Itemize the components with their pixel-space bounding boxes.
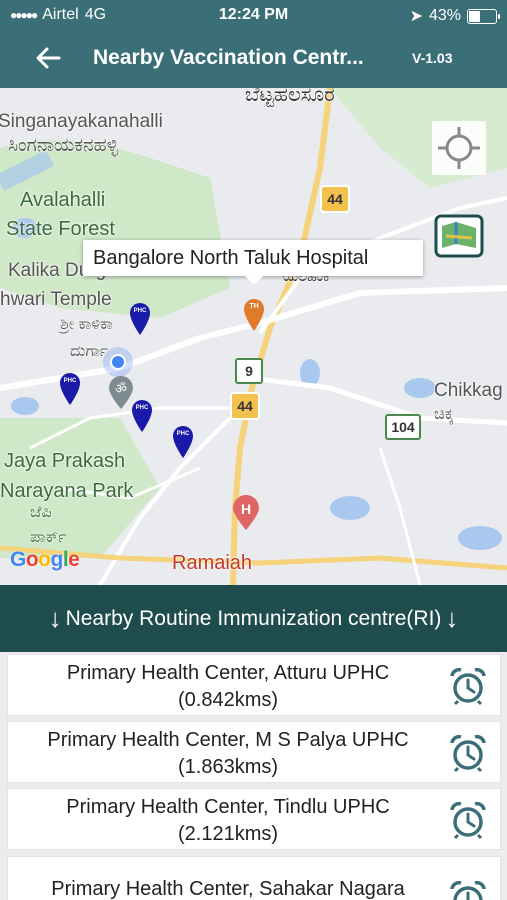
- marker-label: PHC: [133, 308, 147, 314]
- app-bar: Nearby Vaccination Centr... V-1.03: [0, 30, 507, 88]
- marker-label: PHC: [63, 378, 77, 384]
- highway-shield: 44: [230, 392, 260, 420]
- map-label: State Forest: [6, 218, 115, 240]
- map-label: hwari Temple: [0, 289, 112, 310]
- map-label: Narayana Park: [0, 480, 134, 502]
- hospital-pin-icon: H: [233, 495, 259, 530]
- centre-distance: (0.842kms): [177, 689, 279, 711]
- locate-me-button[interactable]: [432, 121, 486, 175]
- list-item[interactable]: Primary Health Center, M S Palya UPHC (1…: [7, 721, 501, 783]
- temple-pin-icon: ॐ: [109, 376, 133, 409]
- th-marker[interactable]: TH: [243, 298, 265, 337]
- alarm-clock-icon[interactable]: [448, 733, 488, 773]
- list-item[interactable]: Primary Health Center, Atturu UPHC (0.84…: [7, 654, 501, 716]
- alarm-clock-icon[interactable]: [448, 800, 488, 840]
- phc-marker[interactable]: PHC: [131, 399, 153, 438]
- centre-name: Primary Health Center, Atturu UPHC: [66, 662, 390, 684]
- temple-marker[interactable]: ॐ: [108, 376, 134, 415]
- map-view[interactable]: ಬೆಟ್ಟಹಲಸೂರ Singanayakanahalli ಸಿಂಗನಾಯಕನಹ…: [0, 88, 507, 585]
- back-arrow-icon[interactable]: [33, 42, 63, 74]
- alarm-clock-icon[interactable]: [448, 666, 488, 706]
- hospital-marker[interactable]: H: [232, 495, 260, 536]
- list-item[interactable]: Primary Health Center, Tindlu UPHC (2.12…: [7, 788, 501, 850]
- highway-shield: 9: [235, 358, 263, 384]
- highway-shield: 104: [385, 414, 421, 440]
- map-label: ಜೆಪಿ: [30, 504, 52, 521]
- arrow-down-icon: ↓: [48, 603, 62, 633]
- map-label: Avalahalli: [20, 189, 106, 211]
- list-item[interactable]: Primary Health Center, Sahakar Nagara: [7, 856, 501, 900]
- arrow-down-icon: ↓: [445, 603, 459, 633]
- phc-marker[interactable]: PHC: [129, 302, 151, 341]
- page-title: Nearby Vaccination Centr...: [93, 46, 364, 69]
- crosshair-icon: [438, 127, 480, 169]
- highway-shield: 44: [320, 185, 350, 213]
- section-title: Nearby Routine Immunization centre(RI): [65, 606, 442, 630]
- alarm-clock-icon[interactable]: [448, 879, 488, 900]
- marker-label: PHC: [176, 431, 190, 437]
- map-label: ಬೆಟ್ಟಹಲಸೂರ: [245, 88, 335, 106]
- map-label: Singanayakanahalli: [0, 111, 163, 132]
- map-layers-icon: [434, 214, 484, 258]
- battery-icon: [467, 8, 500, 24]
- version-label: V-1.03: [412, 50, 453, 66]
- svg-text:H: H: [241, 501, 251, 517]
- section-header: ↓ Nearby Routine Immunization centre(RI)…: [0, 585, 507, 652]
- centre-name: Primary Health Center, Sahakar Nagara: [51, 878, 405, 900]
- map-label: ಚಿಕ್ಕ: [434, 406, 454, 423]
- map-label: ಪಾರ್ಕ್: [30, 529, 67, 546]
- current-location-icon: [103, 347, 133, 377]
- map-callout[interactable]: Bangalore North Taluk Hospital: [83, 240, 423, 285]
- map-label: Chikkag: [434, 380, 503, 401]
- phc-marker[interactable]: PHC: [172, 425, 194, 464]
- marker-label: PHC: [135, 405, 149, 411]
- centre-list[interactable]: Primary Health Center, Atturu UPHC (0.84…: [0, 652, 507, 900]
- marker-label: TH: [249, 303, 259, 310]
- svg-text:ॐ: ॐ: [115, 382, 127, 397]
- map-label: ಸಿಂಗನಾಯಕನಹಳ್ಳಿ: [8, 135, 119, 156]
- centre-name: Primary Health Center, Tindlu UPHC: [66, 796, 390, 818]
- map-label: Jaya Prakash: [4, 450, 126, 472]
- battery-percent: 43%: [428, 7, 461, 24]
- status-bar: ●●●●● Airtel 4G 12:24 PM ➤ 43%: [0, 0, 507, 30]
- google-logo: Google: [10, 548, 80, 571]
- centre-distance: (1.863kms): [177, 756, 279, 778]
- centre-distance: (2.121kms): [177, 823, 279, 845]
- map-label: Ramaiah: [172, 552, 253, 574]
- centre-name: Primary Health Center, M S Palya UPHC: [47, 729, 409, 751]
- map-label: ಶ್ರೀ ಕಾಳಿಕಾ: [60, 316, 113, 333]
- location-arrow-icon: ➤: [409, 8, 423, 25]
- phc-marker[interactable]: PHC: [59, 372, 81, 411]
- map-layers-button[interactable]: [434, 214, 484, 258]
